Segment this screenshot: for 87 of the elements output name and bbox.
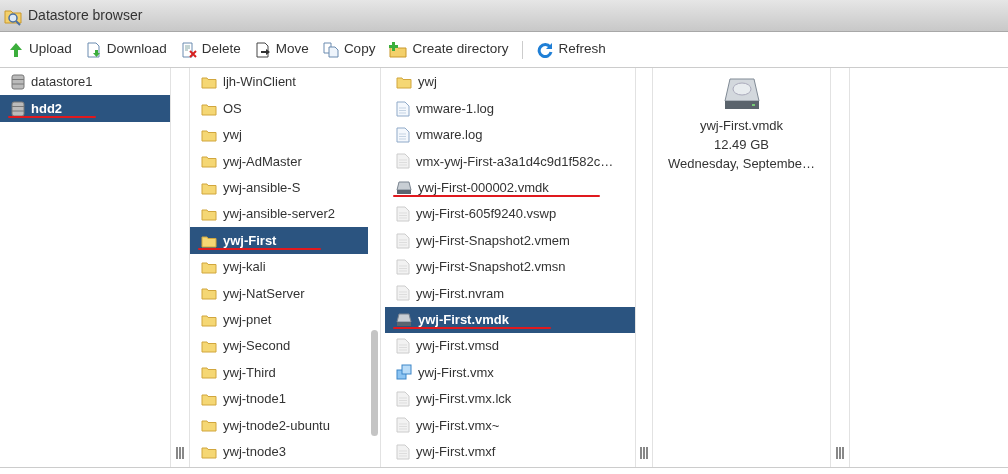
folder-icon xyxy=(201,207,217,222)
file-icon xyxy=(396,258,410,275)
list-item[interactable]: ywj-tnode1 xyxy=(190,385,368,413)
list-item[interactable]: ywj xyxy=(190,121,368,149)
list-item[interactable]: ywj-tnode3 xyxy=(190,438,368,465)
list-item[interactable]: ywj-NatServer xyxy=(190,280,368,307)
list-item[interactable]: ywj-First xyxy=(190,227,368,254)
delete-button[interactable]: Delete xyxy=(180,39,241,60)
splitter-handle[interactable] xyxy=(640,447,648,459)
upload-icon xyxy=(8,41,24,58)
copy-icon xyxy=(322,41,339,58)
file-icon xyxy=(396,232,410,249)
folder-icon xyxy=(201,233,217,248)
hard-drive-icon xyxy=(723,78,760,110)
list-item[interactable]: vmware-1.log xyxy=(385,95,635,122)
folder-icon xyxy=(201,312,217,327)
scrollbar[interactable] xyxy=(371,330,378,436)
hard-drive-icon xyxy=(396,180,412,195)
folder-icon xyxy=(201,75,217,90)
window-title: Datastore browser xyxy=(28,6,143,25)
list-item[interactable]: ywj-kali xyxy=(190,253,368,281)
list-item[interactable]: ljh-WinClient xyxy=(190,69,368,96)
download-button[interactable]: Download xyxy=(85,39,167,60)
list-item[interactable]: ywj-First-000002.vmdk xyxy=(385,174,635,201)
splitter-handle[interactable] xyxy=(836,447,844,459)
splitter-handle[interactable] xyxy=(176,447,184,459)
folder-icon xyxy=(396,75,412,90)
list-item[interactable]: ywj-First-605f9240.vswp xyxy=(385,200,635,228)
list-item[interactable]: hdd2 xyxy=(0,95,170,122)
file-icon xyxy=(396,153,410,170)
move-button[interactable]: Move xyxy=(254,39,309,60)
list-item[interactable]: ywj-ansible-server2 xyxy=(190,200,368,228)
list-item[interactable]: vmware.log xyxy=(385,121,635,149)
list-item[interactable]: ywj-ansible-S xyxy=(190,174,368,201)
list-item[interactable]: ywj-First.vmxf xyxy=(385,438,635,465)
download-icon xyxy=(85,41,102,58)
folder-icon xyxy=(201,180,217,195)
document-icon xyxy=(396,100,410,117)
list-item[interactable]: ywj-First.vmx xyxy=(385,359,635,386)
virtual-machine-icon xyxy=(396,364,412,381)
file-icon xyxy=(396,417,410,434)
folder-icon xyxy=(201,127,217,142)
list-item[interactable]: ywj-First-Snapshot2.vmem xyxy=(385,227,635,254)
database-icon xyxy=(11,100,25,117)
file-icon xyxy=(396,443,410,460)
list-item[interactable]: vmx-ywj-First-a3a1d4c9d1f582c… xyxy=(385,148,635,175)
folder-icon xyxy=(201,259,217,274)
create-directory-button[interactable]: Create directory xyxy=(389,39,509,60)
list-item[interactable]: ywj-pnet xyxy=(190,306,368,333)
delete-icon xyxy=(180,41,197,58)
folder-icon xyxy=(201,286,217,301)
file-icon xyxy=(396,390,410,407)
folder-icon xyxy=(201,365,217,380)
list-item[interactable]: ywj-First.vmx~ xyxy=(385,412,635,439)
file-name: ywj-First.vmdk xyxy=(699,117,783,135)
refresh-icon xyxy=(537,41,554,58)
document-icon xyxy=(396,126,410,143)
folder-icon xyxy=(201,418,217,433)
list-item[interactable]: ywj-Second xyxy=(190,332,368,360)
list-item[interactable]: ywj xyxy=(385,69,635,96)
upload-button[interactable]: Upload xyxy=(8,39,72,60)
folder-icon xyxy=(201,444,217,459)
file-icon xyxy=(396,285,410,302)
modified-date: Wednesday, Septembe… xyxy=(668,155,815,173)
mkdir-icon xyxy=(389,41,408,58)
list-item[interactable]: ywj-First.vmdk xyxy=(385,306,635,333)
list-item[interactable]: ywj-First-Snapshot2.vmsn xyxy=(385,253,635,281)
hard-drive-icon xyxy=(396,312,412,327)
list-item[interactable]: ywj-Third xyxy=(190,359,368,386)
file-icon xyxy=(396,206,410,223)
list-item[interactable]: ywj-First.vmsd xyxy=(385,332,635,360)
folder-icon xyxy=(201,391,217,406)
list-item[interactable]: OS xyxy=(190,95,368,122)
list-item[interactable]: ywj-AdMaster xyxy=(190,148,368,175)
list-item[interactable]: ywj-tnode2-ubuntu xyxy=(190,412,368,439)
move-icon xyxy=(254,41,271,58)
file-icon xyxy=(396,338,410,355)
folder-icon xyxy=(201,154,217,169)
refresh-button[interactable]: Refresh xyxy=(537,39,606,60)
list-item[interactable]: datastore1 xyxy=(0,69,170,96)
copy-button[interactable]: Copy xyxy=(322,39,376,60)
file-size: 12.49 GB xyxy=(714,136,769,154)
list-item[interactable]: ywj-First.nvram xyxy=(385,280,635,307)
list-item[interactable]: ywj-First.vmx.lck xyxy=(385,385,635,413)
database-icon xyxy=(11,74,25,91)
folder-icon xyxy=(201,339,217,354)
folder-icon xyxy=(201,101,217,116)
